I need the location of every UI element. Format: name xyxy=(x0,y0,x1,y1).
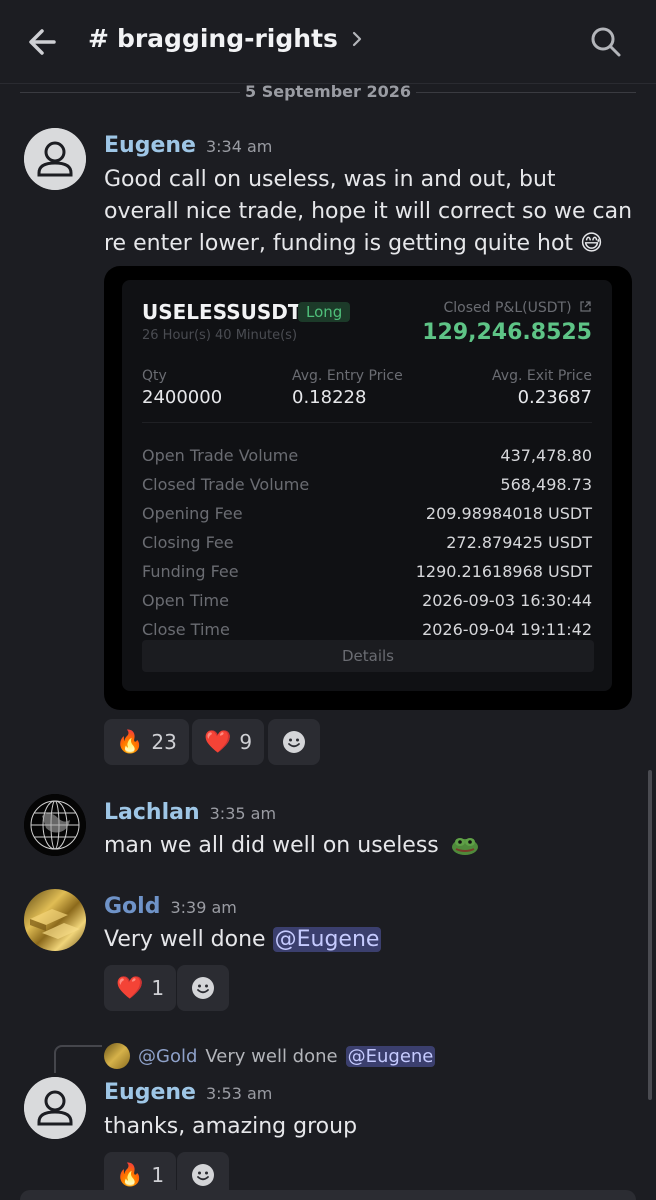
username-text: Eugene xyxy=(104,1080,196,1105)
channel-name: bragging-rights xyxy=(116,24,338,53)
reaction-fire[interactable]: 🔥 23 xyxy=(104,719,189,765)
add-reaction-button[interactable] xyxy=(177,965,229,1011)
avatar[interactable] xyxy=(24,128,86,190)
message-text: thanks, amazing group xyxy=(104,1114,358,1139)
smiley-icon xyxy=(192,1164,214,1186)
row-value: 2026-09-04 19:11:42 xyxy=(422,620,592,639)
entry-price-label: Avg. Entry Price xyxy=(292,368,403,384)
username-text: Eugene xyxy=(104,133,196,158)
heart-emoji-icon: ❤️ xyxy=(204,729,232,755)
row-label: Closing Fee xyxy=(142,533,234,552)
reaction-heart[interactable]: ❤️ 1 xyxy=(104,965,177,1011)
row-label: Closed Trade Volume xyxy=(142,475,310,494)
gold-bars-avatar-icon xyxy=(30,909,80,939)
reaction-count: 23 xyxy=(151,730,177,754)
avatar[interactable] xyxy=(24,794,86,856)
smiley-icon xyxy=(283,731,305,753)
username-text: Gold xyxy=(104,894,161,919)
pnl-label-text: Closed P&L(USDT) xyxy=(443,300,572,316)
reaction-count: 9 xyxy=(239,730,253,754)
timestamp: 3:35 am xyxy=(209,804,277,823)
row-value: 272.879425 USDT xyxy=(446,533,592,552)
reply-avatar xyxy=(104,1043,130,1069)
divider xyxy=(142,422,592,423)
globe-avatar-icon xyxy=(24,794,86,856)
message-text: Very well done @Eugene xyxy=(104,924,634,956)
trade-card: USELESSUSDT Long 26 Hour(s) 40 Minute(s)… xyxy=(122,280,612,691)
reply-preview[interactable]: @Gold Very well done @Eugene xyxy=(104,1040,436,1072)
details-button: Details xyxy=(142,640,594,672)
qty-value: 2400000 xyxy=(142,387,223,408)
position-side-badge: Long xyxy=(298,302,351,322)
username[interactable]: Eugene 3:34 am xyxy=(104,133,272,158)
row-label: Opening Fee xyxy=(142,504,243,523)
row-label: Open Time xyxy=(142,591,229,610)
row-label: Funding Fee xyxy=(142,562,239,581)
date-label: 5 September 2026 xyxy=(245,82,411,101)
external-link-icon xyxy=(580,301,591,312)
fire-emoji-icon: 🔥 xyxy=(116,1162,144,1188)
channel-header: # bragging-rights xyxy=(0,0,656,84)
reply-text: Very well done xyxy=(205,1045,338,1067)
username[interactable]: Eugene 3:53 am xyxy=(104,1080,272,1105)
row-label: Open Trade Volume xyxy=(142,446,299,465)
user-mention: @Eugene xyxy=(345,1045,436,1067)
channel-hash: # xyxy=(88,24,109,53)
message-input-edge[interactable] xyxy=(20,1190,636,1200)
smiley-icon xyxy=(192,977,214,999)
chevron-right-icon xyxy=(352,31,362,46)
reaction-count: 1 xyxy=(151,976,165,1000)
reaction-heart[interactable]: ❤️ 9 xyxy=(192,719,265,765)
user-mention[interactable]: @Eugene xyxy=(272,927,382,952)
message-text: man we all did well on useless xyxy=(104,830,634,862)
pnl-value: 129,246.8525 xyxy=(422,320,592,345)
add-reaction-button[interactable] xyxy=(268,719,320,765)
fire-emoji-icon: 🔥 xyxy=(116,729,144,755)
row-value: 209.98984018 USDT xyxy=(425,504,592,523)
pepe-emoji-icon xyxy=(451,838,478,855)
row-value: 1290.21618968 USDT xyxy=(415,562,592,581)
trade-card-image[interactable]: USELESSUSDT Long 26 Hour(s) 40 Minute(s)… xyxy=(104,266,632,710)
username[interactable]: Lachlan 3:35 am xyxy=(104,800,276,825)
reply-connector xyxy=(54,1045,102,1073)
row-value: 437,478.80 xyxy=(500,446,592,465)
reaction-count: 1 xyxy=(151,1163,165,1187)
date-divider: 5 September 2026 xyxy=(20,82,636,104)
timestamp: 3:39 am xyxy=(170,898,237,917)
message-body: Very well done xyxy=(104,927,266,952)
exit-price-value: 0.23687 xyxy=(517,387,592,408)
entry-price-value: 0.18228 xyxy=(292,387,367,408)
username[interactable]: Gold 3:39 am xyxy=(104,894,237,919)
heart-emoji-icon: ❤️ xyxy=(116,975,144,1001)
default-user-icon xyxy=(24,1077,86,1139)
timestamp: 3:53 am xyxy=(205,1084,273,1103)
qty-label: Qty xyxy=(142,368,167,384)
default-user-icon xyxy=(24,128,86,190)
trade-pair: USELESSUSDT xyxy=(142,300,302,324)
avatar[interactable] xyxy=(24,889,86,951)
back-arrow-icon[interactable] xyxy=(24,22,64,62)
avatar[interactable] xyxy=(24,1077,86,1139)
search-icon[interactable] xyxy=(588,24,624,60)
scrollbar[interactable] xyxy=(648,770,652,1100)
pnl-label: Closed P&L(USDT) xyxy=(444,300,592,316)
exit-price-label: Avg. Exit Price xyxy=(492,368,592,384)
message-text: Good call on useless, was in and out, bu… xyxy=(104,167,633,256)
row-label: Close Time xyxy=(142,620,230,639)
channel-title[interactable]: # bragging-rights xyxy=(88,24,366,53)
row-value: 2026-09-03 16:30:44 xyxy=(422,591,592,610)
reply-username: @Gold xyxy=(138,1045,198,1067)
trade-duration: 26 Hour(s) 40 Minute(s) xyxy=(142,328,298,343)
row-value: 568,498.73 xyxy=(500,475,592,494)
timestamp: 3:34 am xyxy=(205,137,273,156)
username-text: Lachlan xyxy=(104,800,200,825)
message-body: man we all did well on useless xyxy=(104,833,439,858)
